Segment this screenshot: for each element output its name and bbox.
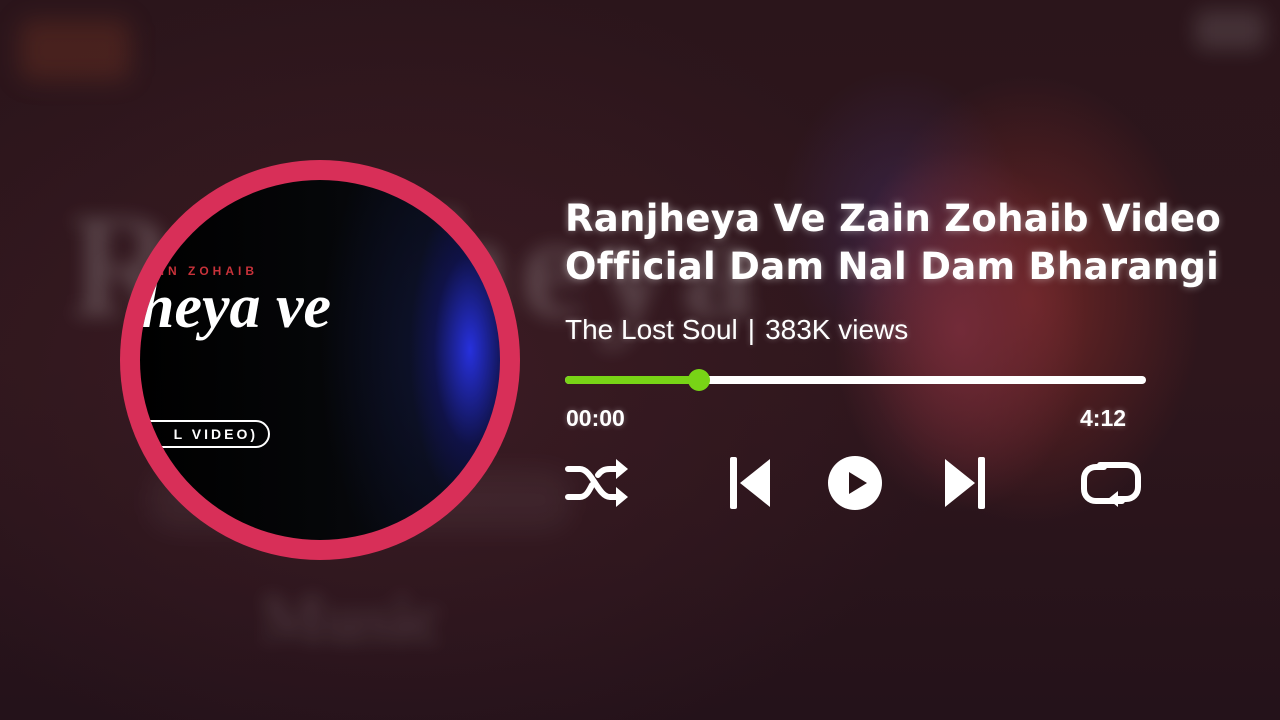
repeat-icon <box>1081 462 1141 507</box>
repeat-button[interactable] <box>1076 448 1146 518</box>
track-info: Ranjheya Ve Zain Zohaib Video Official D… <box>565 195 1265 347</box>
album-art-pill: L VIDEO) <box>140 420 270 448</box>
background-blur-logo <box>20 20 130 80</box>
background-blur-shape <box>1195 10 1265 50</box>
track-title-line-1: Ranjheya Ve Zain Zohaib Video <box>565 197 1222 240</box>
track-meta: The Lost Soul | 383K views <box>565 313 1265 347</box>
play-icon <box>828 456 882 510</box>
progress-fill <box>565 376 699 384</box>
meta-separator: | <box>747 314 756 345</box>
skip-previous-icon <box>730 457 770 509</box>
view-count: 383K views <box>765 314 909 345</box>
current-time: 00:00 <box>566 405 625 431</box>
channel-name[interactable]: The Lost Soul <box>565 314 738 345</box>
shuffle-icon <box>565 459 628 507</box>
track-title-line-2: Official Dam Nal Dam Bharangi <box>565 245 1220 288</box>
duration: 4:12 <box>1080 405 1127 431</box>
track-title: Ranjheya Ve Zain Zohaib Video Official D… <box>565 195 1265 291</box>
progress-bar[interactable] <box>565 369 1146 391</box>
skip-next-icon <box>945 457 985 509</box>
album-art-disc: AIN ZOHAIB heya ve L VIDEO) <box>120 160 520 560</box>
album-art-image: AIN ZOHAIB heya ve L VIDEO) <box>140 180 500 540</box>
album-art-title: heya ve <box>140 273 332 341</box>
background-blur-text-small: Music <box>260 581 443 658</box>
play-button[interactable] <box>820 448 890 518</box>
shuffle-button[interactable] <box>562 448 632 518</box>
progress-knob[interactable] <box>687 369 710 391</box>
next-button[interactable] <box>930 448 1000 518</box>
previous-button[interactable] <box>715 448 785 518</box>
